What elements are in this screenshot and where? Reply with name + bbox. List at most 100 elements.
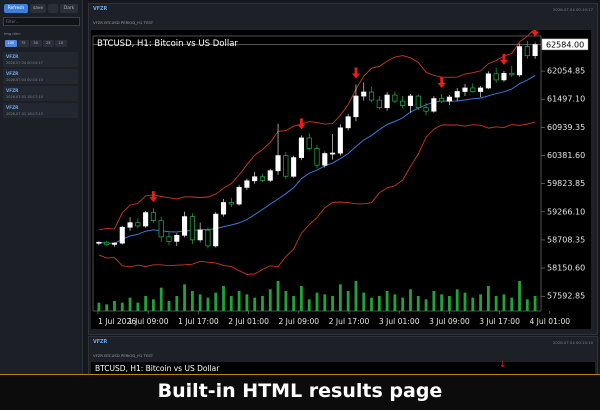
history-item[interactable]: VFZR 2026.07.04 00:10:10 [3, 69, 78, 84]
volume-bar [214, 292, 218, 311]
volume-bar [144, 296, 148, 311]
size-option[interactable]: 25 [42, 40, 54, 47]
history-item[interactable]: VFZR 2026.07.04 00:10:17 [3, 52, 78, 67]
candle-body [376, 99, 382, 109]
x-tick-label: 1 Jul 17:00 [178, 317, 219, 326]
volume-bar [190, 291, 194, 311]
volume-bar [362, 292, 366, 311]
candle-body [353, 95, 359, 118]
caption-bar: Built-in HTML results page [0, 374, 600, 410]
y-tick-label: 59823.85 [547, 179, 585, 188]
dark-mode-button[interactable]: Dark [60, 4, 78, 13]
candle-body [275, 155, 281, 172]
candle-body [236, 187, 242, 205]
volume-bar [307, 299, 311, 311]
volume-bar [455, 289, 459, 311]
volume-bar [229, 296, 233, 311]
volume-bar [136, 302, 140, 311]
volume-bar [518, 281, 521, 311]
volume-bar [370, 297, 373, 311]
size-option[interactable]: 75 [17, 40, 29, 47]
volume-bar [167, 301, 171, 311]
x-tick-label: 2 Jul 17:00 [329, 317, 370, 326]
report-subtitle: VFZR BTCUSD PERIOD_H1 TEST [93, 20, 154, 25]
candle-body [259, 176, 266, 181]
x-tick-label: 3 Jul 17:00 [479, 317, 520, 326]
volume-bar [424, 299, 428, 311]
volume-bar [97, 302, 101, 311]
y-tick-label: 60939.35 [547, 123, 585, 132]
volume-bar [128, 297, 132, 311]
volume-bar [276, 281, 280, 311]
size-option[interactable]: 100 [5, 40, 17, 47]
report-date: 2026.07.04 00:10:10 [553, 340, 593, 345]
volume-bar [183, 284, 186, 311]
volume-bar [268, 289, 272, 311]
sidebar: Refresh save Dark Img dim: 100 75 50 25 … [0, 0, 83, 374]
candle-body [182, 216, 188, 236]
candle-body [400, 100, 406, 106]
history-item-date: 2026.07.04 00:10:17 [6, 60, 43, 65]
blank-button[interactable] [48, 4, 58, 13]
candle-body [330, 152, 336, 155]
refresh-button[interactable]: Refresh [4, 4, 28, 13]
sell-signal-arrow [351, 67, 360, 79]
y-tick-label: 58150.60 [547, 264, 585, 273]
candle-body [407, 95, 414, 106]
candle-body [532, 44, 538, 57]
y-tick-label: 60381.60 [547, 151, 585, 160]
volume-bar [463, 292, 467, 311]
history-item-date: 2026.07.01 18:17:14 [6, 94, 43, 99]
y-tick-label: 61497.10 [547, 95, 585, 104]
volume-bar [479, 294, 482, 311]
volume-bar [354, 281, 358, 311]
volume-bar [494, 296, 498, 311]
sell-signal-arrow [437, 77, 446, 89]
history-item[interactable]: VFZR 2026.07.01 18:17:14 [3, 86, 78, 101]
volume-bar [346, 291, 350, 311]
volume-bar [533, 296, 537, 311]
y-tick-label: 62054.85 [547, 67, 585, 76]
candle-body [104, 241, 110, 245]
candle-body [220, 202, 227, 215]
candle-body [446, 96, 452, 102]
volume-bar [448, 296, 451, 311]
volume-bar [120, 302, 124, 311]
volume-bar [502, 294, 506, 311]
sell-signal-arrow [297, 118, 306, 130]
candle-body [252, 176, 258, 182]
report-panel-2: VFZR 2026.07.04 00:10:10 VFZR BTCUSD PER… [88, 336, 598, 378]
candle-body [392, 94, 398, 102]
volume-bar [292, 296, 296, 311]
volume-bar [300, 286, 303, 311]
save-button[interactable]: save [30, 4, 46, 13]
candle-body [291, 157, 297, 177]
report-date: 2026.07.04 00:10:17 [553, 7, 593, 12]
candle-body [361, 91, 367, 97]
candle-body [166, 236, 172, 242]
history-item-name: VFZR [6, 71, 19, 76]
candle-body [345, 116, 351, 129]
candle-body [150, 212, 156, 222]
y-tick-label: 59266.10 [547, 207, 585, 216]
upper-band-line [98, 30, 535, 231]
x-tick-label: 3 Jul 09:00 [429, 317, 470, 326]
candle-body [516, 46, 523, 76]
volume-bar [331, 296, 334, 311]
volume-bar [222, 286, 225, 311]
history-item[interactable]: VFZR 2026.07.01 18:17:13 [3, 103, 78, 118]
report-title: VFZR [93, 7, 108, 12]
size-option[interactable]: 50 [30, 40, 42, 47]
volume-bar [409, 289, 412, 311]
volume-bar [323, 294, 327, 311]
candle-body [119, 226, 125, 244]
volume-bar [377, 296, 381, 311]
candle-body [439, 98, 445, 102]
filter-input[interactable] [3, 17, 80, 26]
volume-bar [245, 294, 249, 311]
candle-body [96, 241, 102, 244]
volume-bar [432, 291, 436, 311]
size-option[interactable]: 10 [55, 40, 67, 47]
volume-bar [401, 297, 405, 311]
volume-bar [237, 291, 241, 311]
